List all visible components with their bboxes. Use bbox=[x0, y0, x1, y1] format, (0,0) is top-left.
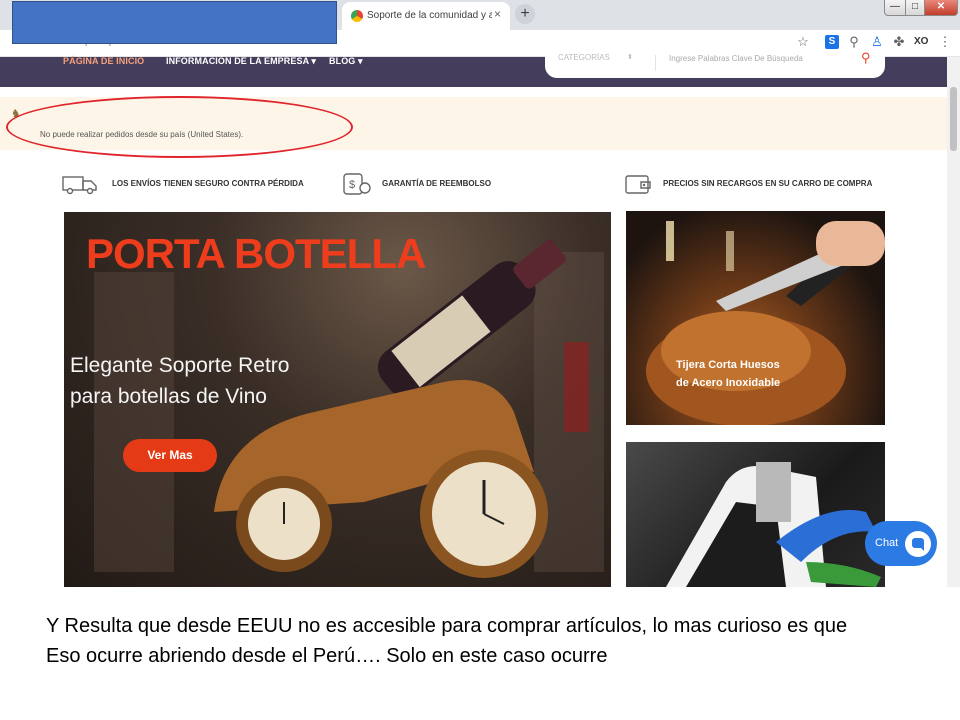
feature-prices-label: PRECIOS SIN RECARGOS EN SU CARRO DE COMP… bbox=[663, 179, 873, 188]
site-navigation: PÁGINA DE INICIO INFORMACIÓN DE LA EMPRE… bbox=[0, 50, 947, 87]
knife-sharpener-illustration bbox=[666, 462, 881, 587]
truck-icon bbox=[62, 176, 97, 195]
page-scrollbar[interactable] bbox=[947, 57, 960, 587]
hero-title: PORTA BOTELLA bbox=[86, 230, 426, 277]
search-bar: CATEGORÍAS ⬍ Ingrese Palabras Clave De B… bbox=[545, 50, 885, 78]
search-divider bbox=[655, 55, 656, 71]
category-select[interactable]: CATEGORÍAS bbox=[558, 53, 610, 62]
window-minimize-button[interactable]: — bbox=[884, 0, 906, 16]
search-icon[interactable]: ⚲ bbox=[861, 50, 871, 66]
roast-chicken-illustration bbox=[646, 221, 885, 425]
new-tab-button[interactable]: + bbox=[515, 4, 535, 24]
hero-subtitle-line2: para botellas de Vino bbox=[70, 385, 267, 408]
banner-shears-line1: Tijera Corta Huesos bbox=[676, 359, 780, 371]
chat-bubble-icon bbox=[905, 531, 931, 557]
window-close-button[interactable]: ✕ bbox=[924, 0, 958, 16]
chat-button[interactable]: Chat bbox=[865, 521, 937, 566]
nav-home-link[interactable]: PÁGINA DE INICIO bbox=[63, 56, 144, 66]
scrollbar-thumb[interactable] bbox=[950, 87, 957, 151]
menu-kebab-icon[interactable]: ⋮ bbox=[938, 35, 952, 49]
search-input[interactable]: Ingrese Palabras Clave De Búsqueda bbox=[669, 54, 803, 63]
nav-company-info-link[interactable]: INFORMACIÓN DE LA EMPRESA ▾ bbox=[166, 56, 316, 67]
extension-pin-icon[interactable]: ⚲ bbox=[847, 35, 861, 49]
browser-tab[interactable]: Soporte de la comunidad y ayuda × bbox=[342, 2, 510, 30]
banner-shears[interactable]: Tijera Corta Huesos de Acero Inoxidable bbox=[626, 211, 885, 425]
extension-s-icon[interactable]: S bbox=[825, 35, 839, 49]
bookmark-star-icon[interactable]: ☆ bbox=[796, 35, 810, 49]
extension-person-icon[interactable]: ♙ bbox=[870, 35, 884, 49]
extension-xo-icon[interactable]: XO bbox=[914, 35, 928, 49]
slide-caption: Y Resulta que desde EEUU no es accesible… bbox=[46, 611, 946, 671]
hero-subtitle-line1: Elegante Soporte Retro bbox=[70, 354, 290, 377]
hero-banner[interactable]: PORTA BOTELLA Elegante Soporte Retro par… bbox=[64, 212, 611, 587]
feature-shipping-label: LOS ENVÍOS TIENEN SEGURO CONTRA PÉRDIDA bbox=[112, 179, 304, 188]
hero-cta-button[interactable]: Ver Mas bbox=[123, 439, 217, 472]
svg-text:$: $ bbox=[349, 179, 355, 191]
window-maximize-button[interactable]: □ bbox=[905, 0, 925, 16]
money-icon: $ bbox=[343, 173, 371, 195]
redaction-box bbox=[12, 1, 337, 44]
chat-label: Chat bbox=[875, 537, 899, 549]
nav-blog-link[interactable]: BLOG ▾ bbox=[329, 56, 363, 67]
caption-line1: Y Resulta que desde EEUU no es accesible… bbox=[46, 615, 848, 637]
banner-shears-line2: de Acero Inoxidable bbox=[676, 377, 781, 389]
banner-sharpener[interactable] bbox=[626, 442, 885, 587]
caption-line2: Eso ocurre abriendo desde el Perú…. Solo… bbox=[46, 645, 608, 667]
extensions-puzzle-icon[interactable]: ✤ bbox=[892, 35, 906, 49]
tab-title: Soporte de la comunidad y ayuda bbox=[367, 10, 492, 21]
red-annotation-ellipse bbox=[6, 96, 353, 158]
wallet-icon bbox=[625, 175, 651, 194]
tab-close-icon[interactable]: × bbox=[494, 7, 501, 21]
feature-refund-label: GARANTÍA DE REEMBOLSO bbox=[382, 179, 492, 188]
site-favicon-icon bbox=[351, 10, 363, 22]
category-select-arrow-icon[interactable]: ⬍ bbox=[627, 53, 633, 61]
